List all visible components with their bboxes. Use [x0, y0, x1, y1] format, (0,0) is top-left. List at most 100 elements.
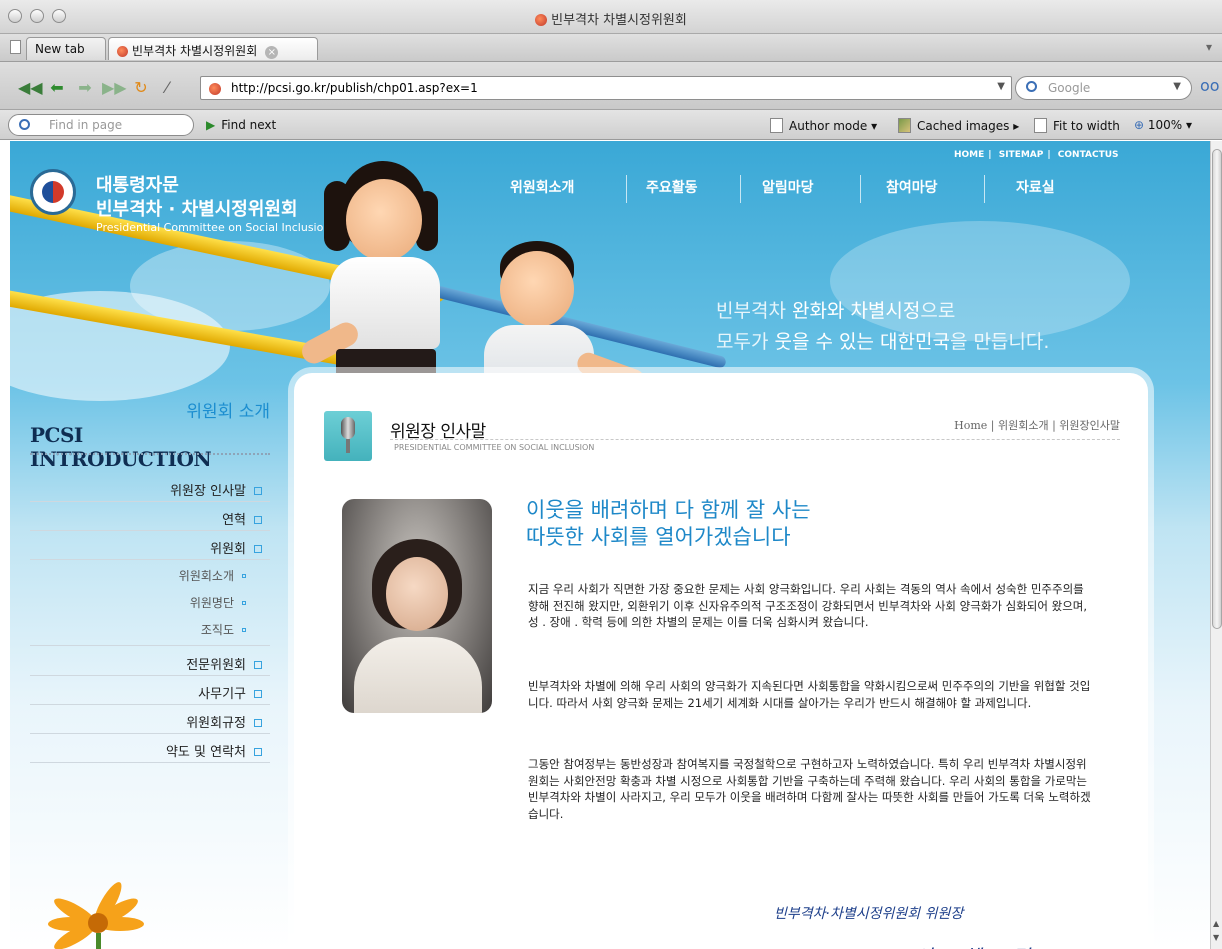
menu-divider	[626, 175, 627, 203]
address-dropdown-icon[interactable]: ▼	[997, 81, 1005, 92]
cached-images-label: Cached images	[917, 119, 1010, 133]
sidebar-subitem-organization[interactable]: 조직도	[30, 614, 270, 646]
scroll-down-icon[interactable]: ▼	[1213, 933, 1219, 942]
menu-about[interactable]: 위원회소개	[510, 177, 574, 197]
headline: 이웃을 배려하며 다 함께 잘 사는 따뜻한 사회를 열어가겠습니다	[526, 497, 811, 552]
logo-line1[interactable]: 대통령자문	[96, 171, 179, 197]
tab-favicon-icon	[117, 46, 128, 57]
breadcrumb[interactable]: Home | 위원회소개 | 위원장인사말	[954, 417, 1120, 433]
sidebar-item-secretariat[interactable]: 사무기구	[30, 676, 270, 705]
site-favicon-icon	[535, 14, 548, 26]
wand-icon[interactable]: ⁄	[156, 78, 178, 98]
address-url: http://pcsi.go.kr/publish/chp01.asp?ex=1	[231, 81, 478, 95]
menu-archive[interactable]: 자료실	[1016, 177, 1055, 197]
signature-name: 이 혜 경	[914, 941, 1042, 949]
author-mode-label: Author mode	[789, 119, 868, 133]
sidebar-item-regulations[interactable]: 위원회규정	[30, 705, 270, 734]
find-toolbar: Find in page ▶ Find next Author mode ▾ Ca…	[0, 110, 1222, 140]
find-placeholder: Find in page	[49, 118, 123, 132]
square-bullet-icon	[254, 487, 262, 495]
fit-to-width-button[interactable]: Fit to width	[1034, 118, 1120, 133]
tab-bar: New tab 빈부격차 차별시정위원회 × ▾	[0, 34, 1222, 62]
close-tab-icon[interactable]: ×	[265, 46, 279, 59]
menu-divider	[984, 175, 985, 203]
sidebar-item-greeting[interactable]: 위원장 인사말	[30, 473, 270, 502]
menu-notices[interactable]: 알림마당	[762, 177, 814, 197]
tab-new-label: New tab	[35, 42, 85, 56]
headline-line2: 따뜻한 사회를 열어가겠습니다	[526, 525, 791, 550]
find-next-button[interactable]: ▶ Find next	[206, 118, 276, 132]
sidebar-item-directions[interactable]: 약도 및 연락처	[30, 734, 270, 763]
cached-images-button[interactable]: Cached images ▸	[898, 118, 1019, 133]
tab-new[interactable]: New tab	[26, 37, 106, 60]
navigation-toolbar: ◀◀ ⬅ ➡ ▶▶ ↻ ⁄ http://pcsi.go.kr/publish/…	[0, 62, 1222, 110]
find-search-icon	[19, 119, 30, 130]
address-favicon-icon	[209, 83, 221, 95]
home-link[interactable]: HOME	[954, 150, 984, 160]
signature-title: 빈부격차·차별시정위원회 위원장	[774, 906, 964, 922]
scroll-up-icon[interactable]: ▲	[1213, 919, 1219, 928]
document-icon	[770, 118, 783, 133]
tab-active-label: 빈부격차 차별시정위원회	[132, 44, 258, 58]
web-page: 대통령자문 빈부격차 · 차별시정위원회 Presidential Commit…	[10, 141, 1210, 949]
flower-decoration	[48, 878, 180, 949]
leftnav-title-en: PCSI INTRODUCTION	[30, 423, 212, 471]
search-dropdown-icon[interactable]: ▼	[1173, 81, 1181, 92]
logo-line2[interactable]: 빈부격차 · 차별시정위원회	[96, 195, 298, 221]
contactus-link[interactable]: CONTACTUS	[1058, 150, 1119, 160]
message-paragraph-1: 지금 우리 사회가 직면한 가장 중요한 문제는 사회 양극화입니다. 우리 사…	[528, 582, 1088, 630]
sidebar-item-expert-committee[interactable]: 전문위원회	[30, 647, 270, 676]
menu-divider	[860, 175, 861, 203]
find-next-label: Find next	[221, 118, 277, 132]
scrollbar-thumb[interactable]	[1212, 149, 1222, 629]
find-input[interactable]: Find in page	[8, 114, 194, 136]
square-bullet-icon	[254, 748, 262, 756]
tab-active[interactable]: 빈부격차 차별시정위원회 ×	[108, 37, 318, 60]
search-input[interactable]: Google ▼	[1015, 76, 1192, 100]
chairperson-photo	[342, 499, 492, 713]
small-bullet-icon	[242, 574, 246, 578]
back-icon[interactable]: ⬅	[46, 78, 68, 98]
square-bullet-icon	[254, 661, 262, 669]
page-subtitle: PRESIDENTIAL COMMITTEE ON SOCIAL INCLUSI…	[394, 443, 595, 452]
author-mode-button[interactable]: Author mode ▾	[770, 118, 877, 133]
address-bar[interactable]: http://pcsi.go.kr/publish/chp01.asp?ex=1…	[200, 76, 1012, 100]
square-bullet-icon	[254, 516, 262, 524]
window-titlebar: 빈부격차 차별시정위원회	[0, 0, 1222, 34]
menu-participation[interactable]: 참여마당	[886, 177, 938, 197]
sidebar-item-committee[interactable]: 위원회	[30, 531, 270, 560]
trash-icon[interactable]: ▾	[1206, 40, 1212, 54]
logo-english[interactable]: Presidential Committee on Social Inclusi…	[96, 221, 330, 234]
new-tab-page-icon	[10, 40, 21, 54]
zoom-icon: ⊕	[1134, 118, 1145, 132]
square-bullet-icon	[254, 690, 262, 698]
zoom-control[interactable]: ⊕ 100% ▾	[1134, 118, 1192, 132]
glasses-icon[interactable]: oo	[1200, 76, 1220, 95]
small-bullet-icon	[242, 601, 246, 605]
sidebar-item-history[interactable]: 연혁	[30, 502, 270, 531]
search-placeholder: Google	[1048, 81, 1091, 95]
sitemap-link[interactable]: SITEMAP	[999, 150, 1044, 160]
sidebar-subitem-members[interactable]: 위원명단	[30, 587, 270, 616]
small-bullet-icon	[242, 628, 246, 632]
slogan-line2: 모두가 웃을 수 있는 대한민국을 만듭니다.	[716, 331, 1050, 353]
square-bullet-icon	[254, 545, 262, 553]
forward-icon[interactable]: ➡	[74, 78, 96, 98]
fit-to-width-label: Fit to width	[1053, 119, 1120, 133]
menu-activities[interactable]: 주요활동	[646, 177, 698, 197]
page-fit-icon	[1034, 118, 1047, 133]
window-title: 빈부격차 차별시정위원회	[0, 9, 1222, 28]
utility-links: HOME | SITEMAP | CONTACTUS	[954, 150, 1119, 160]
content-panel: 위원장 인사말 PRESIDENTIAL COMMITTEE ON SOCIAL…	[294, 373, 1148, 949]
committee-emblem-icon[interactable]	[30, 169, 76, 215]
search-icon	[1026, 81, 1037, 92]
slogan-line1: 빈부격차 완화와 차별시정으로	[716, 300, 956, 322]
reload-icon[interactable]: ↻	[130, 78, 152, 98]
vertical-scrollbar[interactable]: ▲ ▼	[1210, 141, 1222, 949]
sidebar-subitem-about[interactable]: 위원회소개	[30, 560, 270, 589]
rewind-icon[interactable]: ◀◀	[18, 78, 43, 98]
top-menu: 위원회소개 주요활동 알림마당 참여마당 자료실	[510, 175, 1110, 203]
microphone-icon	[324, 411, 372, 461]
fast-forward-icon[interactable]: ▶▶	[102, 78, 127, 98]
play-icon: ▶	[206, 118, 216, 132]
